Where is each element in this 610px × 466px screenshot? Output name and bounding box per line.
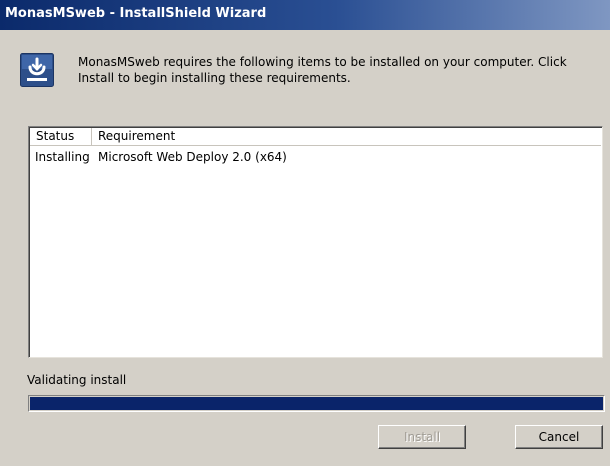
row-status: Installing bbox=[35, 150, 90, 164]
requirements-list[interactable]: Status Requirement Installing Microsoft … bbox=[28, 126, 603, 358]
install-button[interactable]: Install bbox=[378, 425, 466, 449]
window-title: MonasMSweb - InstallShield Wizard bbox=[5, 6, 267, 21]
row-requirement: Microsoft Web Deploy 2.0 (x64) bbox=[98, 150, 287, 164]
title-bar[interactable]: MonasMSweb - InstallShield Wizard bbox=[0, 0, 610, 30]
progress-bar-fill bbox=[30, 397, 603, 410]
cancel-button[interactable]: Cancel bbox=[515, 425, 603, 449]
column-header-status[interactable]: Status bbox=[30, 128, 92, 145]
progress-bar bbox=[28, 395, 605, 412]
list-header: Status Requirement bbox=[30, 128, 601, 146]
column-header-requirement[interactable]: Requirement bbox=[92, 128, 392, 145]
setup-icon bbox=[20, 53, 54, 87]
intro-message: MonasMSweb requires the following items … bbox=[78, 55, 567, 85]
progress-status-text: Validating install bbox=[27, 373, 127, 387]
list-item[interactable]: Installing Microsoft Web Deploy 2.0 (x64… bbox=[30, 149, 601, 166]
installshield-dialog: MonasMSweb - InstallShield Wizard MonasM… bbox=[0, 0, 610, 466]
